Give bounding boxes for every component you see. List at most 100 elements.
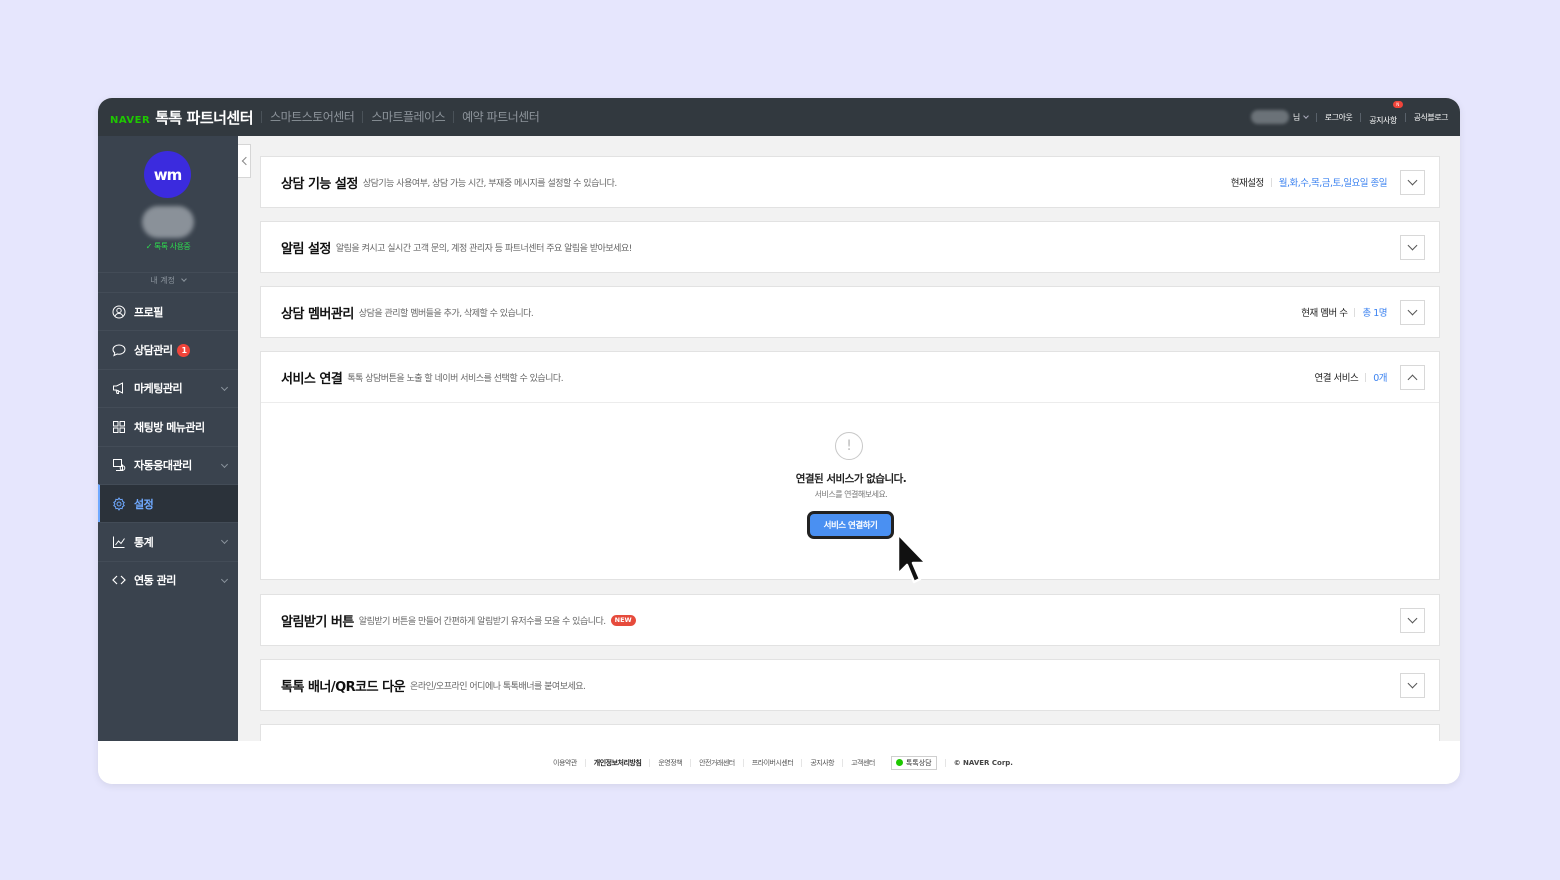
card-header[interactable]: 서비스 연결 톡톡 상담버튼을 노출 할 네이버 서비스를 선택할 수 있습니다… (261, 352, 1439, 402)
exclamation-icon: ! (835, 432, 863, 460)
code-icon (112, 573, 126, 587)
my-account-toggle[interactable]: 내 계정 (98, 272, 238, 292)
sidebar-item-profile[interactable]: 프로필 (98, 292, 238, 330)
expand-toggle-button[interactable] (1400, 673, 1425, 698)
top-nav: 스마트스토어센터 스마트플레이스 예약 파트너센터 (261, 111, 547, 123)
logout-link[interactable]: 로그아웃 (1325, 112, 1353, 123)
empty-title: 연결된 서비스가 없습니다. (795, 473, 907, 485)
naver-logo-text: NAVER (110, 114, 151, 126)
card-desc: 알림받기 버튼을 만들어 간편하게 알림받기 유저수를 모을 수 있습니다. (358, 616, 606, 627)
footer-link-privacy-center[interactable]: 프라이버시센터 (742, 758, 802, 767)
sidebar-item-chatroom-menu[interactable]: 채팅방 메뉴관리 (98, 407, 238, 445)
blog-link[interactable]: 공식블로그 (1414, 112, 1449, 123)
summary-label: 연결 서비스 (1314, 373, 1359, 384)
sidebar-item-label: 자동응대관리 (134, 459, 192, 473)
notice-link-wrap[interactable]: 공지사항 N (1369, 100, 1403, 127)
card-desc: 알림을 켜시고 실시간 고객 문의, 계정 관리자 등 파트너센터 주요 알림을… (335, 243, 632, 254)
chevron-up-icon (1407, 374, 1418, 385)
expand-toggle-button[interactable] (1400, 608, 1425, 633)
card-title: 톡톡 배너/QR코드 다운 (281, 679, 406, 695)
top-bar: NAVER 톡톡 파트너센터 스마트스토어센터 스마트플레이스 예약 파트너센터… (98, 98, 1460, 136)
summary-value: 총 1명 (1362, 308, 1387, 319)
megaphone-icon (112, 381, 126, 395)
sidebar-item-marketing[interactable]: 마케팅관리 (98, 368, 238, 407)
chevron-down-icon (1407, 613, 1418, 624)
user-suffix[interactable]: 님 (1293, 112, 1300, 123)
chevron-down-icon (1407, 305, 1418, 316)
service-empty-state: ! 연결된 서비스가 없습니다. 서비스를 연결해보세요. 서비스 연결하기 (261, 402, 1439, 579)
sidebar-item-integration[interactable]: 연동 관리 (98, 560, 238, 599)
card-subscribe-button: 알림받기 버튼 알림받기 버튼을 만들어 간편하게 알림받기 유저수를 모을 수… (260, 594, 1440, 646)
divider (1354, 307, 1356, 317)
talk-label: 톡톡상담 (905, 758, 932, 767)
card-desc: 톡톡 상담버튼을 노출 할 네이버 서비스를 선택할 수 있습니다. (347, 373, 564, 384)
chevron-down-icon (220, 460, 229, 468)
sidebar-item-consult[interactable]: 상담관리 1 (98, 330, 238, 368)
card-header[interactable]: 알림 설정 알림을 켜시고 실시간 고객 문의, 계정 관리자 등 파트너센터 … (261, 222, 1439, 272)
card-header[interactable]: 상담 멤버관리 상담을 관리할 멤버들을 추가, 삭제할 수 있습니다. 현재 … (261, 287, 1439, 337)
sidebar-item-auto-reply[interactable]: 자동응대관리 (98, 445, 238, 484)
divider (1360, 112, 1362, 122)
copyright: © NAVER Corp. (944, 758, 1013, 767)
card-header[interactable]: 톡톡 배너/QR코드 다운 온라인/오프라인 어디에나 톡톡배너를 붙여보세요. (261, 660, 1439, 710)
card-title: 상담 멤버관리 (281, 306, 354, 322)
footer-link-privacy[interactable]: 개인정보처리방침 (584, 758, 650, 767)
notice-link[interactable]: 공지사항 (1369, 116, 1397, 125)
talktalk-consult-button[interactable]: 톡톡상담 (890, 755, 937, 770)
check-circle-icon: ✓ (145, 242, 154, 251)
expand-toggle-button[interactable] (1400, 170, 1425, 195)
chevron-down-icon (180, 276, 187, 282)
status-badge: ✓ 톡톡 사용중 (98, 241, 238, 252)
expand-toggle-button[interactable] (1400, 235, 1425, 260)
chat-bubble-icon (112, 343, 126, 357)
card-header[interactable]: 알림받기 버튼 알림받기 버튼을 만들어 간편하게 알림받기 유저수를 모을 수… (261, 595, 1439, 645)
top-right-menu: 님 로그아웃 공지사항 N 공식블로그 (1250, 98, 1449, 136)
app-window: NAVER 톡톡 파트너센터 스마트스토어센터 스마트플레이스 예약 파트너센터… (98, 98, 1460, 784)
consult-count-badge: 1 (177, 343, 191, 357)
nav-smartstore[interactable]: 스마트스토어센터 (261, 111, 362, 123)
expand-toggle-button[interactable] (1400, 300, 1425, 325)
chevron-down-icon (220, 575, 229, 583)
sidebar-menu: 프로필 상담관리 1 마케팅관리 채팅방 메뉴관리 자동응대관리 설정 통계 연… (98, 292, 238, 599)
nav-smartplace[interactable]: 스마트플레이스 (362, 111, 453, 123)
sidebar-item-statistics[interactable]: 통계 (98, 522, 238, 560)
avatar[interactable]: wm (144, 151, 191, 198)
sidebar-collapse-button[interactable] (238, 144, 251, 178)
footer-link-support[interactable]: 고객센터 (842, 758, 883, 767)
sidebar-item-label: 상담관리 (134, 344, 173, 358)
collapse-toggle-button[interactable] (1400, 365, 1425, 390)
divider (1365, 372, 1367, 382)
card-title: 알림 설정 (281, 241, 331, 257)
card-title: 상담 기능 설정 (281, 176, 358, 192)
account-name-blurred (142, 206, 194, 238)
chevron-down-icon (220, 383, 229, 391)
chevron-down-icon[interactable] (1302, 113, 1309, 119)
chevron-down-icon (1407, 240, 1418, 251)
gear-icon (112, 496, 126, 511)
card-banner-qr: 톡톡 배너/QR코드 다운 온라인/오프라인 어디에나 톡톡배너를 붙여보세요. (260, 659, 1440, 711)
chevron-down-icon (220, 537, 229, 545)
connect-service-button[interactable]: 서비스 연결하기 (807, 511, 894, 539)
card-header[interactable]: 상담 기능 설정 상담기능 사용여부, 상담 가능 시간, 부재중 메시지를 설… (261, 157, 1439, 207)
card-service-connection: 서비스 연결 톡톡 상담버튼을 노출 할 네이버 서비스를 선택할 수 있습니다… (260, 351, 1440, 580)
card-notification: 알림 설정 알림을 켜시고 실시간 고객 문의, 계정 관리자 등 파트너센터 … (260, 221, 1440, 273)
account-label: 내 계정 (150, 276, 176, 285)
footer-link-terms[interactable]: 이용약관 (545, 759, 585, 767)
avatar-text: wm (153, 165, 182, 184)
summary-label: 현재설정 (1230, 178, 1264, 189)
sidebar-item-settings[interactable]: 설정 (98, 483, 238, 523)
card-desc: 상담기능 사용여부, 상담 가능 시간, 부재중 메시지를 설정할 수 있습니다… (362, 178, 617, 189)
user-name-blurred[interactable] (1250, 110, 1289, 124)
nav-reservation[interactable]: 예약 파트너센터 (453, 111, 547, 123)
footer-link-policy[interactable]: 운영정책 (649, 758, 690, 767)
footer-link-safe-trade[interactable]: 안전거래센터 (690, 758, 743, 767)
divider (1315, 112, 1317, 122)
talk-logo-icon (895, 759, 903, 766)
footer-link-notice[interactable]: 공지사항 (801, 758, 842, 767)
logo[interactable]: NAVER 톡톡 파트너센터 (110, 107, 254, 128)
sidebar-item-label: 설정 (134, 497, 154, 511)
card-summary: 연결 서비스 0개 (1314, 352, 1387, 402)
sidebar: wm ✓ 톡톡 사용중 내 계정 프로필 상담관리 1 마케팅관리 채팅방 메뉴… (98, 136, 238, 741)
card-title: 알림받기 버튼 (281, 614, 354, 630)
card-desc: 온라인/오프라인 어디에나 톡톡배너를 붙여보세요. (410, 681, 586, 692)
